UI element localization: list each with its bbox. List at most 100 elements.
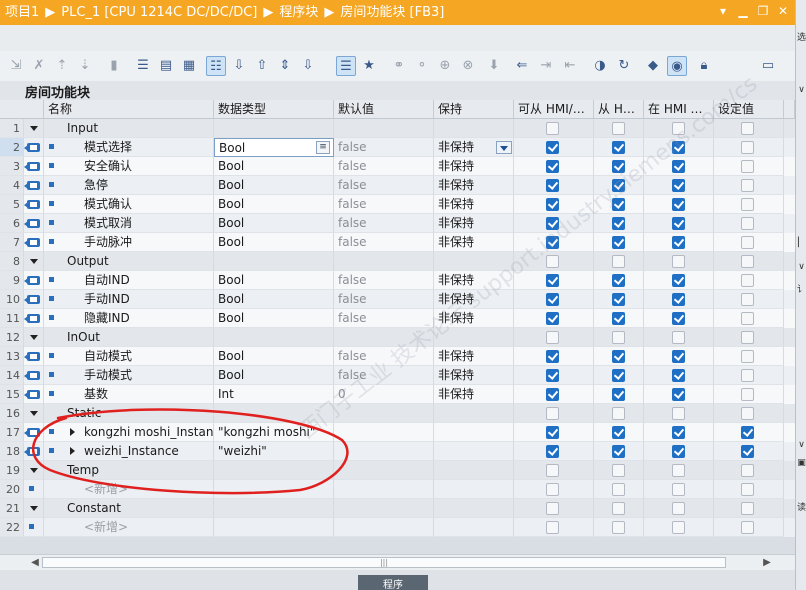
name-cell[interactable]: 安全确认 xyxy=(44,157,214,176)
name-cell[interactable]: kongzhi moshi_Instan... xyxy=(44,423,214,442)
table-row[interactable]: 12 InOut xyxy=(0,328,795,347)
checkbox[interactable] xyxy=(546,350,559,363)
name-cell[interactable]: Constant xyxy=(44,499,214,518)
checkbox[interactable] xyxy=(672,407,685,420)
checkbox[interactable] xyxy=(612,388,625,401)
checkbox[interactable] xyxy=(546,426,559,439)
horizontal-scrollbar[interactable]: ◀ ||| ▶ xyxy=(0,554,795,571)
table-row[interactable]: 10 手动IND Bool false 非保持 xyxy=(0,290,795,309)
table-row[interactable]: 13 自动模式 Bool false 非保持 xyxy=(0,347,795,366)
name-cell[interactable]: 手动IND xyxy=(44,290,214,309)
table-row[interactable]: 5 模式确认 Bool false 非保持 xyxy=(0,195,795,214)
panel-icon[interactable]: ▭ xyxy=(758,56,778,76)
name-cell[interactable]: Output xyxy=(44,252,214,271)
checkbox[interactable] xyxy=(546,312,559,325)
retain-cell[interactable] xyxy=(434,423,514,442)
datatype-cell[interactable] xyxy=(214,518,334,537)
name-cell[interactable]: weizhi_Instance xyxy=(44,442,214,461)
add-new-placeholder[interactable]: <新增> xyxy=(84,480,128,498)
strip-label-icon[interactable]: 读 xyxy=(796,500,806,513)
expand-arrow-icon[interactable] xyxy=(30,126,38,131)
table-row[interactable]: 20 <新增> xyxy=(0,480,795,499)
datatype-cell[interactable] xyxy=(214,119,334,138)
close-icon[interactable]: ✕ xyxy=(775,3,791,19)
header-type[interactable]: 数据类型 xyxy=(214,100,334,119)
checkbox[interactable] xyxy=(741,331,754,344)
checkbox[interactable] xyxy=(612,521,625,534)
scroll-thumb[interactable]: ||| xyxy=(42,557,726,568)
name-cell[interactable]: 手动模式 xyxy=(44,366,214,385)
checkbox[interactable] xyxy=(612,502,625,515)
collapse-icon[interactable]: ∨ xyxy=(796,85,806,95)
checkbox[interactable] xyxy=(741,445,754,458)
checkbox[interactable] xyxy=(612,141,625,154)
checkbox[interactable] xyxy=(741,350,754,363)
protection-icon[interactable]: 🔒︎ xyxy=(694,56,714,76)
table-row[interactable]: 21 Constant xyxy=(0,499,795,518)
name-cell[interactable]: 隐藏IND xyxy=(44,309,214,328)
checkbox[interactable] xyxy=(612,369,625,382)
link-icon[interactable]: ⚭ xyxy=(389,56,409,76)
checkbox[interactable] xyxy=(741,179,754,192)
checkbox[interactable] xyxy=(612,198,625,211)
checkbox[interactable] xyxy=(546,141,559,154)
datatype-cell[interactable]: Bool xyxy=(214,157,334,176)
datatype-cell[interactable]: Bool xyxy=(214,195,334,214)
checkbox[interactable] xyxy=(741,426,754,439)
retain-cell[interactable] xyxy=(434,499,514,518)
retain-cell[interactable] xyxy=(434,404,514,423)
default-value-cell[interactable]: false xyxy=(334,290,434,309)
checkbox[interactable] xyxy=(546,179,559,192)
checkbox[interactable] xyxy=(672,331,685,344)
checkbox[interactable] xyxy=(546,464,559,477)
filter-icon[interactable]: ⇩ xyxy=(298,56,318,76)
strip-label-icon[interactable]: 讠 xyxy=(796,282,806,295)
checkbox[interactable] xyxy=(546,236,559,249)
option-icon[interactable]: ▣ xyxy=(796,458,806,468)
checkbox[interactable] xyxy=(612,312,625,325)
retain-cell[interactable]: 非保持 xyxy=(434,214,514,233)
collapse-icon[interactable]: ∨ xyxy=(796,262,806,272)
checkbox[interactable] xyxy=(741,122,754,135)
retain-cell[interactable]: 非保持 xyxy=(434,157,514,176)
checkbox[interactable] xyxy=(672,179,685,192)
table-row[interactable]: 2 模式选择 Bool false 非保持 ≡ xyxy=(0,138,795,157)
default-value-cell[interactable]: false xyxy=(334,347,434,366)
datatype-cell[interactable] xyxy=(214,480,334,499)
datatype-cell[interactable]: Bool xyxy=(214,347,334,366)
header-retain[interactable]: 保持 xyxy=(434,100,514,119)
sort-icon[interactable]: ⇕ xyxy=(275,56,295,76)
checkbox[interactable] xyxy=(741,369,754,382)
table-row[interactable]: 15 基数 Int 0 非保持 xyxy=(0,385,795,404)
checkbox[interactable] xyxy=(741,217,754,230)
insert-row-icon[interactable]: ⇲ xyxy=(6,56,26,76)
checkbox[interactable] xyxy=(741,312,754,325)
scroll-left-icon[interactable]: ◀ xyxy=(28,556,42,570)
checkbox[interactable] xyxy=(546,388,559,401)
watch-icon[interactable]: ◉ xyxy=(667,56,687,76)
default-value-cell[interactable] xyxy=(334,518,434,537)
default-value-cell[interactable] xyxy=(334,442,434,461)
checkbox[interactable] xyxy=(672,274,685,287)
datatype-cell[interactable]: Bool xyxy=(214,290,334,309)
checkbox[interactable] xyxy=(612,236,625,249)
datatype-cell[interactable]: Bool xyxy=(214,176,334,195)
table-row[interactable]: 8 Output xyxy=(0,252,795,271)
table-view-icon[interactable]: ▤ xyxy=(156,56,176,76)
retain-cell[interactable]: 非保持 xyxy=(434,176,514,195)
expand-arrow-icon[interactable] xyxy=(30,468,38,473)
checkbox[interactable] xyxy=(612,293,625,306)
checkbox[interactable] xyxy=(741,160,754,173)
datatype-cell[interactable]: Int xyxy=(214,385,334,404)
checkbox[interactable] xyxy=(672,464,685,477)
expand-instance-icon[interactable] xyxy=(70,447,75,455)
datatype-cell[interactable] xyxy=(214,252,334,271)
list-view-icon[interactable]: ☰ xyxy=(133,56,153,76)
splitter-icon[interactable]: ▏ xyxy=(796,238,806,248)
retain-cell[interactable]: 非保持 xyxy=(434,366,514,385)
default-value-cell[interactable] xyxy=(334,404,434,423)
name-cell[interactable]: Temp xyxy=(44,461,214,480)
table-row[interactable]: 19 Temp xyxy=(0,461,795,480)
move-up-icon[interactable]: ⇡ xyxy=(52,56,72,76)
checkbox[interactable] xyxy=(546,198,559,211)
